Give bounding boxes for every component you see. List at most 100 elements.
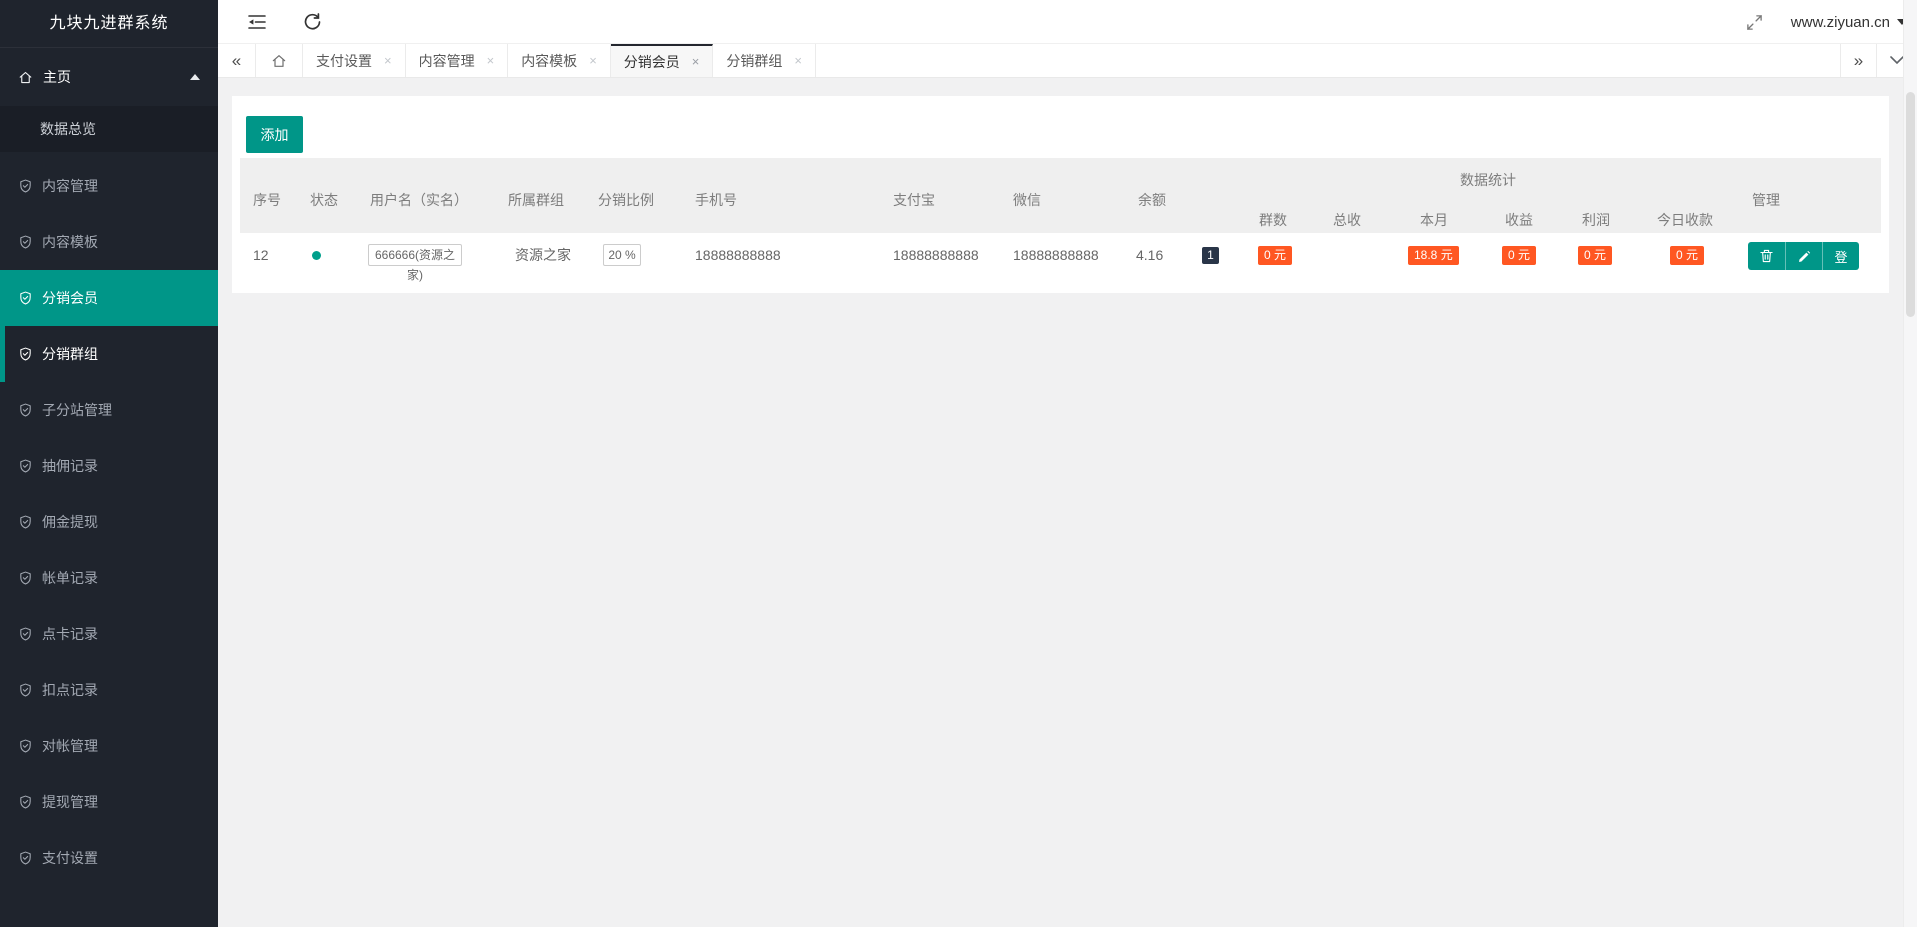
refresh-icon[interactable] [304,13,321,31]
sidebar-item-payment-settings[interactable]: 支付设置 [0,830,218,886]
tab-distribution-member[interactable]: 分销会员 × [611,44,714,77]
tab-close-icon[interactable]: × [692,54,700,69]
status-dot [312,251,321,260]
cell-balance: 4.16 [1136,233,1163,278]
delete-button[interactable] [1748,242,1785,270]
sidebar-item-substation-management[interactable]: 子分站管理 [0,382,218,438]
topbar: www.ziyuan.cn [218,0,1917,44]
username-field[interactable]: 666666(资源之家) [368,244,462,266]
tab-payment-settings[interactable]: 支付设置 × [303,44,406,77]
header-stats-group: 数据统计 [1460,170,1516,190]
header-status: 状态 [310,190,338,210]
ratio-field[interactable]: 20 % [603,244,641,266]
tab-label: 分销会员 [624,52,680,72]
content-card: 添加 序号 状态 用户名（实名） 所属群组 分销比例 手机号 支付宝 微信 余额… [232,96,1889,293]
tab-distribution-group[interactable]: 分销群组 × [713,44,816,77]
shield-check-icon [18,794,33,810]
tab-close-icon[interactable]: × [384,53,392,68]
cell-alipay: 18888888888 [893,233,979,278]
header-total-income: 总收 [1333,210,1361,230]
header-alipay: 支付宝 [893,190,935,210]
sidebar-item-label: 扣点记录 [42,680,98,700]
shield-check-icon [18,234,33,250]
sidebar-item-label: 支付设置 [42,848,98,868]
sidebar-item-distribution-member[interactable]: 分销会员 [0,270,218,326]
sidebar-item-label: 内容管理 [42,176,98,196]
tab-label: 内容模板 [521,51,577,71]
tabs-scroll-right-button[interactable]: » [1840,44,1877,77]
app-window: 九块九进群系统 主页 数据总览 内容管理 内容模板 分销会员 [0,0,1917,927]
trash-icon [1760,249,1773,263]
cell-group: 资源之家 [515,233,571,278]
sidebar-item-label: 提现管理 [42,792,98,812]
login-button[interactable]: 登 [1822,242,1859,270]
sidebar-item-content-template[interactable]: 内容模板 [0,214,218,270]
tab-close-icon[interactable]: × [487,53,495,68]
site-switcher-dropdown[interactable]: www.ziyuan.cn [1791,0,1907,44]
badge-profit: 0 元 [1578,246,1612,265]
row-actions: 登 [1748,242,1859,270]
sidebar-menu: 内容管理 内容模板 分销会员 分销群组 子分站管理 抽佣记录 [0,158,218,886]
edit-button[interactable] [1785,242,1822,270]
sidebar-item-label: 点卡记录 [42,624,98,644]
badge-earnings: 0 元 [1502,246,1536,265]
header-index: 序号 [253,190,281,210]
tab-label: 内容管理 [419,51,475,71]
sidebar-item-commission-withdraw[interactable]: 佣金提现 [0,494,218,550]
shield-check-icon [18,682,33,698]
tab-close-icon[interactable]: × [794,53,802,68]
caret-up-icon [190,74,200,80]
sidebar-item-content-management[interactable]: 内容管理 [0,158,218,214]
sidebar-item-distribution-group[interactable]: 分销群组 [0,326,218,382]
header-wechat: 微信 [1013,190,1041,210]
sidebar-item-label: 内容模板 [42,232,98,252]
tab-label: 分销群组 [726,51,782,71]
scrollbar-thumb[interactable] [1906,92,1915,317]
header-group-count: 群数 [1259,210,1287,230]
tab-home[interactable] [256,44,303,77]
app-title: 九块九进群系统 [0,0,218,48]
shield-check-icon [18,346,33,362]
sidebar-item-label: 主页 [43,67,71,87]
badge-group-count: 1 [1202,247,1219,264]
table-header: 序号 状态 用户名（实名） 所属群组 分销比例 手机号 支付宝 微信 余额 数据… [240,158,1881,233]
shield-check-icon [18,738,33,754]
sidebar-item-deduction-records[interactable]: 扣点记录 [0,662,218,718]
header-ratio: 分销比例 [598,190,654,210]
sidebar-item-label: 对帐管理 [42,736,98,756]
header-earnings: 收益 [1505,210,1533,230]
shield-check-icon [18,290,33,306]
shield-check-icon [18,850,33,866]
sidebar-item-commission-records[interactable]: 抽佣记录 [0,438,218,494]
shield-check-icon [18,458,33,474]
sidebar-item-withdraw-management[interactable]: 提现管理 [0,774,218,830]
sidebar-item-label: 子分站管理 [42,400,112,420]
collapse-menu-icon[interactable] [248,15,266,29]
header-balance: 余额 [1138,190,1166,210]
tab-close-icon[interactable]: × [589,53,597,68]
home-icon [271,53,287,69]
sidebar-item-label: 抽佣记录 [42,456,98,476]
page-scrollbar[interactable] [1903,0,1917,927]
badge-today-income: 0 元 [1670,246,1704,265]
add-button[interactable]: 添加 [246,116,303,153]
tab-content-management[interactable]: 内容管理 × [406,44,509,77]
header-username: 用户名（实名） [370,190,468,210]
tab-content-template[interactable]: 内容模板 × [508,44,611,77]
fullscreen-icon[interactable] [1746,14,1763,31]
home-icon [18,70,33,85]
tabbar: « 支付设置 × 内容管理 × 内容模板 × 分销会员 × 分销群组 × » [218,44,1917,78]
header-group: 所属群组 [508,190,564,210]
shield-check-icon [18,402,33,418]
sidebar-item-bill-records[interactable]: 帐单记录 [0,550,218,606]
sidebar-item-reconciliation-management[interactable]: 对帐管理 [0,718,218,774]
sidebar: 九块九进群系统 主页 数据总览 内容管理 内容模板 分销会员 [0,0,218,927]
sidebar-item-label: 佣金提现 [42,512,98,532]
sidebar-item-data-overview[interactable]: 数据总览 [0,106,218,152]
sidebar-item-card-records[interactable]: 点卡记录 [0,606,218,662]
cell-wechat: 18888888888 [1013,233,1099,278]
sidebar-item-home[interactable]: 主页 [0,48,218,106]
tabs-scroll-left-button[interactable]: « [218,44,256,77]
header-profit: 利润 [1582,210,1610,230]
sidebar-item-label: 帐单记录 [42,568,98,588]
